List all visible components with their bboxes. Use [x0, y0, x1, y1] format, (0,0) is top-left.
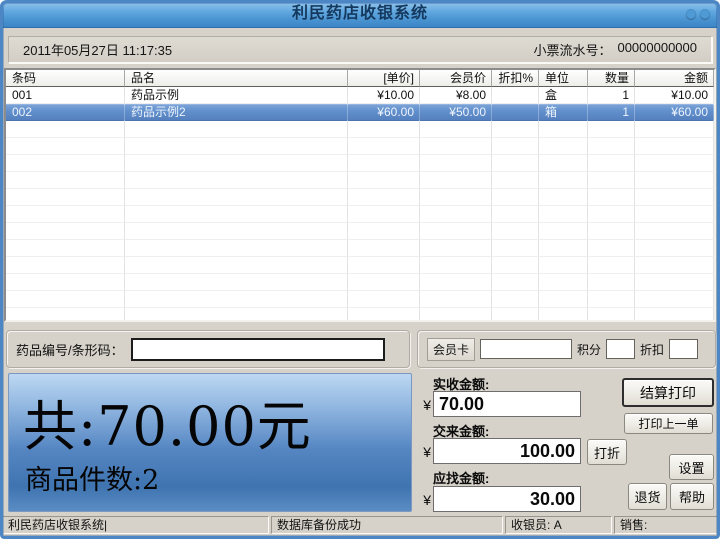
status-cashier: 收银员: A [505, 516, 612, 534]
minimize-icon[interactable] [686, 9, 696, 19]
column-header-discount[interactable]: 折扣% [492, 70, 539, 87]
table-row [6, 291, 714, 308]
resize-grip-icon[interactable] [713, 531, 715, 533]
table-header: 条码 品名 [单价] 会员价 折扣% 单位 数量 金额 [6, 70, 714, 87]
status-app-name: 利民药店收银系统| [2, 516, 269, 534]
table-row[interactable]: 002 药品示例2 ¥60.00 ¥50.00 箱 1 ¥60.00 [6, 104, 714, 121]
yen-symbol-tendered: ¥ [423, 444, 431, 460]
table-row [6, 155, 714, 172]
table-row [6, 121, 714, 138]
column-header-unit[interactable]: 单位 [539, 70, 588, 87]
table-row [6, 274, 714, 291]
table-row [6, 172, 714, 189]
window-controls [686, 9, 710, 19]
table-row[interactable]: 001 药品示例 ¥10.00 ¥8.00 盒 1 ¥10.00 [6, 87, 714, 104]
item-count-text: 商品件数:2 [25, 465, 160, 496]
receipt-number-value: 00000000000 [617, 40, 697, 55]
date-bar: 2011年05月27日 11:17:35 小票流水号： 00000000000 [8, 36, 712, 63]
column-header-amount[interactable]: 金额 [635, 70, 714, 87]
change-amount-input[interactable] [433, 486, 581, 512]
member-card-button[interactable]: 会员卡 [427, 337, 476, 361]
table-row [6, 240, 714, 257]
table-row [6, 223, 714, 240]
table-row [6, 308, 714, 320]
table-row [6, 138, 714, 155]
table-row [6, 189, 714, 206]
column-header-price[interactable]: [单价] [348, 70, 420, 87]
change-amount-label: 应找金额: [433, 471, 490, 486]
status-message: 数据库备份成功 [271, 516, 503, 534]
discount-label: 折扣 [640, 342, 665, 357]
table-body: 001 药品示例 ¥10.00 ¥8.00 盒 1 ¥10.00 002 药品示例2 ¥60.00… [6, 87, 714, 320]
apply-discount-button[interactable]: 打折 [587, 439, 627, 465]
close-icon[interactable] [700, 9, 710, 19]
items-table: 条码 品名 [单价] 会员价 折扣% 单位 数量 金额 001 药品示例 ¥10.0… [4, 68, 716, 322]
status-bar: 利民药店收银系统| 数据库备份成功 收银员: A 销售: [2, 516, 718, 536]
refund-button[interactable]: 退货 [628, 483, 667, 510]
barcode-groupbox: 药品编号/条形码： [6, 330, 410, 368]
title-bar[interactable]: 利民药店收银系统 [0, 0, 720, 28]
yen-symbol-received: ¥ [423, 397, 431, 413]
receipt-number-group: 小票流水号： 00000000000 [533, 40, 697, 59]
total-display: 共:70.00元 商品件数:2 [8, 373, 412, 512]
status-sales: 销售: [614, 516, 718, 534]
table-row [6, 206, 714, 223]
datetime-text: 2011年05月27日 11:17:35 [23, 43, 173, 58]
column-header-member-price[interactable]: 会员价 [420, 70, 492, 87]
receipt-number-label: 小票流水号： [533, 43, 612, 58]
settle-print-button[interactable]: 结算打印 [622, 378, 714, 407]
barcode-input[interactable] [130, 337, 385, 361]
column-header-qty[interactable]: 数量 [588, 70, 635, 87]
points-label: 积分 [577, 342, 602, 357]
help-button[interactable]: 帮助 [670, 483, 714, 510]
column-header-barcode[interactable]: 条码 [6, 70, 125, 87]
points-input[interactable] [606, 339, 636, 359]
print-last-order-button[interactable]: 打印上一单 [624, 413, 713, 434]
app-window: 利民药店收银系统 2011年05月27日 11:17:35 小票流水号： 000… [0, 0, 720, 539]
table-row [6, 257, 714, 274]
tendered-amount-input[interactable] [433, 438, 581, 464]
barcode-label: 药品编号/条形码： [16, 342, 124, 358]
column-header-name[interactable]: 品名 [125, 70, 348, 87]
settings-button[interactable]: 设置 [669, 454, 714, 480]
received-amount-input[interactable] [433, 391, 581, 417]
yen-symbol-change: ¥ [423, 492, 431, 508]
discount-input[interactable] [669, 339, 699, 359]
member-groupbox: 会员卡 积分 折扣 [417, 330, 716, 368]
member-card-input[interactable] [480, 339, 573, 359]
window-title: 利民药店收银系统 [291, 5, 428, 22]
total-amount-text: 共:70.00元 [23, 395, 312, 458]
